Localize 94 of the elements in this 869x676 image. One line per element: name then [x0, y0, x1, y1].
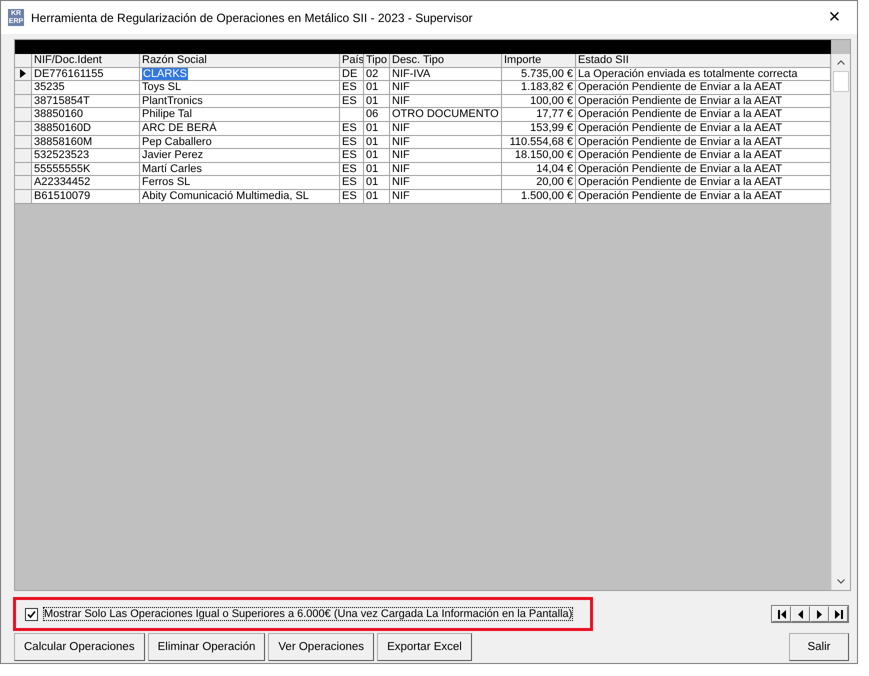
- action-button[interactable]: Exportar Excel: [377, 633, 472, 661]
- table-cell: 110.554,68 €: [502, 136, 576, 150]
- table-cell: 01: [364, 162, 390, 176]
- table-cell: 1.183,82 €: [502, 81, 576, 95]
- table-cell: 38850160: [32, 108, 140, 122]
- table-cell: NIF: [390, 176, 502, 190]
- action-button[interactable]: Calcular Operaciones: [14, 633, 145, 661]
- table-cell: 1.500,00 €: [502, 190, 576, 204]
- column-header[interactable]: Razón Social: [140, 54, 340, 68]
- table-cell: DE776161155: [32, 68, 140, 82]
- current-row-icon: [20, 69, 26, 78]
- table-cell: [340, 108, 364, 122]
- vertical-scrollbar[interactable]: [831, 54, 850, 590]
- table-cell: NIF: [390, 190, 502, 204]
- table-cell: Operación Pendiente de Enviar a la AEAT: [576, 122, 831, 136]
- table-cell: PlantTronics: [140, 94, 340, 108]
- table-cell: La Operación enviada es totalmente correcta: [576, 68, 831, 82]
- table-cell: ES: [340, 122, 364, 136]
- table-cell: 100,00 €: [502, 94, 576, 108]
- action-button[interactable]: Eliminar Operación: [148, 633, 266, 661]
- table-cell: NIF: [390, 122, 502, 136]
- table-cell: 01: [364, 149, 390, 163]
- column-header[interactable]: Importe: [502, 54, 576, 68]
- table-cell: 01: [364, 190, 390, 204]
- table-cell: 02: [364, 68, 390, 82]
- table-cell: 38715854T: [32, 94, 140, 108]
- table-cell: B61510079: [32, 190, 140, 204]
- table-cell: Operación Pendiente de Enviar a la AEAT: [576, 149, 831, 163]
- table-cell: A22334452: [32, 176, 140, 190]
- table-cell: OTRO DOCUMENTO: [390, 108, 502, 122]
- exit-button[interactable]: Salir: [789, 633, 849, 661]
- table-cell: CLARKS: [140, 68, 340, 82]
- table-cell: ES: [340, 94, 364, 108]
- column-header[interactable]: Tipo: [364, 54, 390, 68]
- column-header[interactable]: NIF/Doc.Ident: [32, 54, 140, 68]
- action-button[interactable]: Ver Operaciones: [268, 633, 374, 661]
- table-cell: 35235: [32, 81, 140, 95]
- table-cell: 5.735,00 €: [502, 68, 576, 82]
- window-title: Herramienta de Regularización de Operaciones en Metálico SII - 2023 - Supervisor: [31, 10, 474, 24]
- table-cell: Operación Pendiente de Enviar a la AEAT: [576, 136, 831, 150]
- last-record-icon[interactable]: [829, 606, 848, 622]
- table-cell: NIF: [390, 81, 502, 95]
- scroll-down-icon[interactable]: [837, 579, 845, 584]
- close-button[interactable]: ×: [812, 1, 857, 34]
- table-cell: Toys SL: [140, 81, 340, 95]
- table-cell: 532523523: [32, 149, 140, 163]
- table-cell: ES: [340, 176, 364, 190]
- table-cell: 06: [364, 108, 390, 122]
- scroll-thumb[interactable]: [833, 71, 849, 92]
- table-cell: Operación Pendiente de Enviar a la AEAT: [576, 190, 831, 204]
- table-cell: 38858160M: [32, 136, 140, 150]
- table-cell: 55555555K: [32, 162, 140, 176]
- table-cell: 01: [364, 122, 390, 136]
- previous-record-icon[interactable]: [791, 606, 810, 622]
- column-header[interactable]: Desc. Tipo: [390, 54, 502, 68]
- table-cell: 14,04 €: [502, 162, 576, 176]
- table-cell: NIF-IVA: [390, 68, 502, 82]
- table-cell: ES: [340, 81, 364, 95]
- table-cell: NIF: [390, 94, 502, 108]
- table-cell: ES: [340, 136, 364, 150]
- table-cell: ES: [340, 149, 364, 163]
- table-cell: 01: [364, 81, 390, 95]
- table-cell: 153,99 €: [502, 122, 576, 136]
- table-cell: Operación Pendiente de Enviar a la AEAT: [576, 94, 831, 108]
- table-cell: Pep Caballero: [140, 136, 340, 150]
- checkbox[interactable]: [25, 608, 38, 620]
- table-cell: ES: [340, 190, 364, 204]
- table-cell: Operación Pendiente de Enviar a la AEAT: [576, 108, 831, 122]
- next-record-icon[interactable]: [810, 606, 829, 622]
- column-header[interactable]: Estado SII: [576, 54, 831, 68]
- table-cell: Operación Pendiente de Enviar a la AEAT: [576, 176, 831, 190]
- table-cell: NIF: [390, 162, 502, 176]
- table-cell: DE: [340, 68, 364, 82]
- table-cell: 18.150,00 €: [502, 149, 576, 163]
- table-cell: Philipe Tal: [140, 108, 340, 122]
- table-cell: NIF: [390, 149, 502, 163]
- table-cell: Operación Pendiente de Enviar a la AEAT: [576, 162, 831, 176]
- table-cell: NIF: [390, 136, 502, 150]
- table-cell: Martí Carles: [140, 162, 340, 176]
- table-cell: Abity Comunicació Multimedia, SL: [140, 190, 340, 204]
- table-cell: 38850160D: [32, 122, 140, 136]
- table-cell: Ferros SL: [140, 176, 340, 190]
- checkbox-label[interactable]: Mostrar Solo Las Operaciones Igual o Superiores a 6.000€ (Una vez Cargada La Información en la Pantalla): [44, 608, 572, 620]
- table-cell: Javier Perez: [140, 149, 340, 163]
- table-cell: Operación Pendiente de Enviar a la AEAT: [576, 81, 831, 95]
- row-selector[interactable]: [15, 68, 32, 82]
- scroll-up-icon[interactable]: [837, 60, 845, 65]
- table-cell: 01: [364, 136, 390, 150]
- table-cell: ES: [340, 162, 364, 176]
- table-cell: 20,00 €: [502, 176, 576, 190]
- table-cell: 17,77 €: [502, 108, 576, 122]
- first-record-icon[interactable]: [772, 606, 791, 622]
- table-cell: 01: [364, 176, 390, 190]
- table-cell: 01: [364, 94, 390, 108]
